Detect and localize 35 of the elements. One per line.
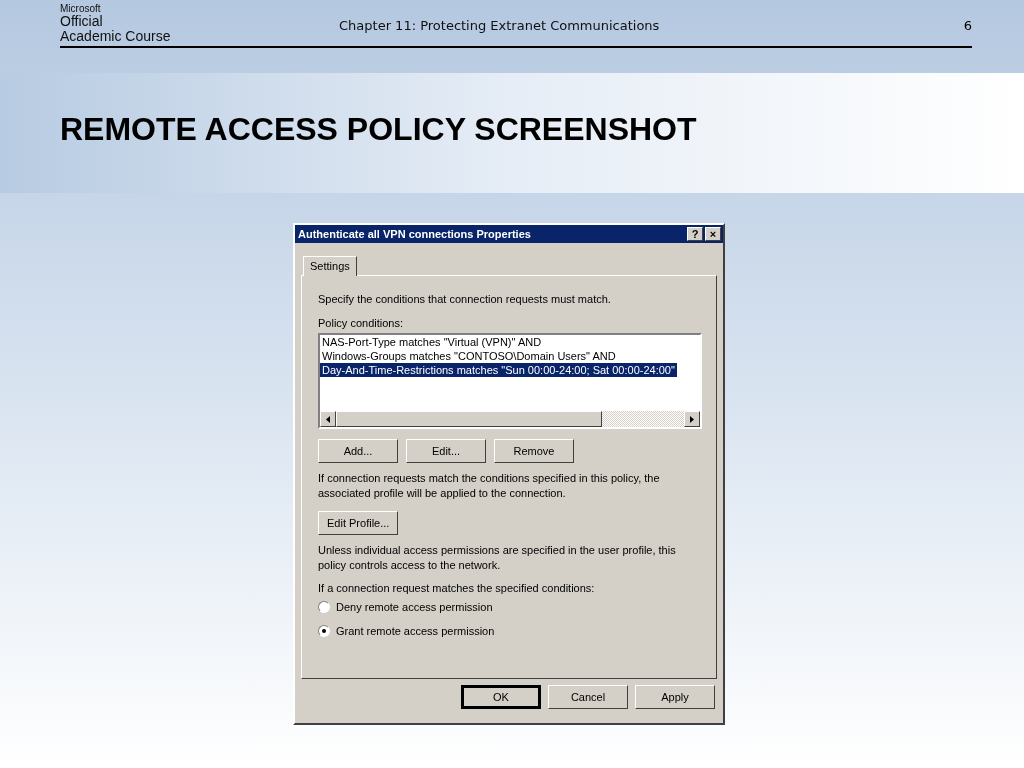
scroll-left-button[interactable] (320, 411, 336, 427)
page-number: 6 (963, 17, 972, 33)
list-item[interactable]: NAS-Port-Type matches "Virtual (VPN)" AND (320, 335, 544, 349)
chapter-title: Chapter 11: Protecting Extranet Communications (338, 17, 661, 33)
help-button[interactable]: ? (687, 227, 703, 241)
dialog-button[interactable]: Apply (635, 685, 715, 709)
window-title: Authenticate all VPN connections Properties (298, 228, 531, 240)
instruction-text: Specify the conditions that connection requests must match. (318, 293, 612, 305)
field-label: If a connection request matches the specified conditions: (318, 582, 596, 594)
scroll-thumb[interactable] (336, 411, 602, 427)
field-label: Policy conditions: (318, 317, 404, 329)
tab[interactable]: Settings (303, 256, 357, 276)
slide-title: REMOTE ACCESS POLICY SCREENSHOT (60, 111, 697, 148)
logo-text: Official (60, 14, 103, 29)
description-text: If connection requests match the conditions specified in this policy, the associated profile will be applied to the connection. (318, 471, 661, 501)
left-arrow-icon (326, 415, 330, 423)
dialog-button[interactable]: Edit... (406, 439, 486, 463)
dialog-button[interactable]: Add... (318, 439, 398, 463)
horizontal-scrollbar[interactable] (320, 411, 700, 427)
logo-text: Academic Course (60, 29, 171, 44)
edit-profile-button[interactable]: Edit Profile... (318, 511, 399, 535)
dialog-button[interactable]: OK (461, 685, 541, 709)
list-item[interactable]: Windows-Groups matches "CONTOSO\Domain Users" AND (320, 349, 618, 363)
right-arrow-icon (690, 415, 694, 423)
dialog-button[interactable]: Remove (494, 439, 574, 463)
radio-button[interactable] (318, 601, 330, 613)
radio-label[interactable]: Grant remote access permission (336, 625, 495, 637)
scroll-right-button[interactable] (684, 411, 700, 427)
logo-brand-text: Microsoft (60, 3, 101, 14)
description-text: Unless individual access permissions are specified in the user profile, this policy controls access to the network. (318, 543, 677, 573)
radio-label[interactable]: Deny remote access permission (336, 601, 493, 613)
dialog-button[interactable]: Cancel (548, 685, 628, 709)
close-button[interactable]: × (705, 227, 721, 241)
list-item[interactable]: Day-And-Time-Restrictions matches "Sun 00:00-24:00; Sat 00:00-24:00" (320, 363, 677, 377)
radio-button[interactable] (318, 625, 330, 637)
